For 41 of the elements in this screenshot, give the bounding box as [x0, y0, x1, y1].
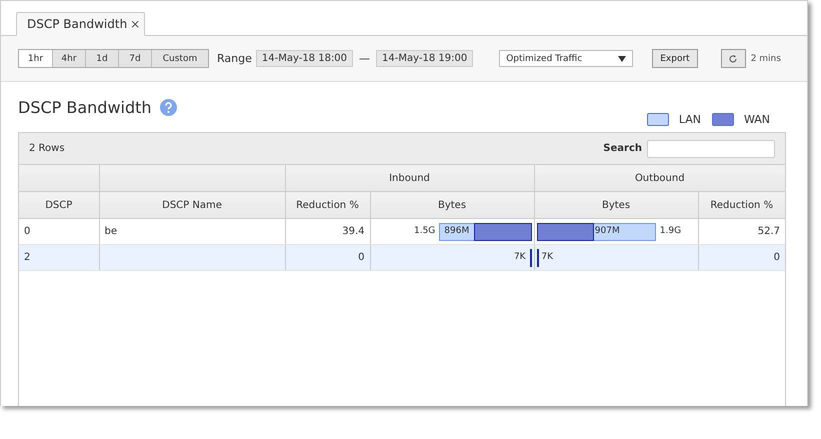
range-button[interactable]: 7d	[118, 50, 151, 67]
column-header[interactable]: Bytes	[534, 192, 698, 218]
close-icon[interactable]: ×	[130, 17, 140, 31]
traffic-dropdown[interactable]: Optimized Traffic	[499, 50, 634, 67]
column-header[interactable]: DSCP	[19, 192, 99, 218]
legend-label: WAN	[744, 113, 770, 126]
range-separator: —	[359, 52, 370, 65]
table-cell: 0	[285, 244, 370, 270]
column-header[interactable]: Reduction %	[285, 192, 370, 218]
tab[interactable]: DSCP Bandwidth ×	[16, 12, 146, 36]
page-title: DSCP Bandwidth	[18, 98, 152, 116]
bar-label: 7K	[541, 252, 554, 262]
range-button[interactable]: Custom	[151, 50, 208, 67]
table-cell: 0	[698, 244, 785, 270]
refresh-button[interactable]	[720, 49, 746, 68]
column-header[interactable]: Bytes	[370, 192, 534, 218]
row-count: 2 Rows	[29, 143, 65, 154]
range-button[interactable]: 1d	[85, 50, 118, 67]
column-group-header: Inbound	[285, 165, 534, 192]
end-date-field[interactable]: 14-May-18 19:00	[376, 50, 474, 67]
bar-label: 907M	[594, 226, 620, 236]
column-group-header: Outbound	[534, 165, 785, 192]
range-label: Range	[217, 52, 252, 65]
search-field[interactable]	[647, 140, 775, 158]
bytes-total: 1.5G	[414, 226, 436, 236]
range-button[interactable]: 4hr	[52, 50, 85, 67]
column-header[interactable]: DSCP Name	[99, 192, 285, 218]
refresh-icon	[728, 54, 738, 64]
export-button[interactable]: Export	[652, 49, 698, 68]
table-cell: 2	[19, 244, 99, 270]
legend-label: LAN	[678, 113, 701, 126]
bar-label: 896M	[444, 226, 470, 236]
caret-icon	[618, 56, 626, 62]
column-header[interactable]: Reduction %	[698, 192, 785, 218]
search-label: Search	[603, 143, 642, 154]
help-icon[interactable]	[160, 98, 177, 116]
refresh-interval: 2 mins	[750, 54, 781, 64]
start-date-field[interactable]: 14-May-18 18:00	[256, 50, 354, 67]
range-button[interactable]: 1hr	[19, 50, 52, 67]
bytes-total: 1.9G	[660, 226, 682, 236]
bytes-total: 7K	[514, 252, 526, 262]
